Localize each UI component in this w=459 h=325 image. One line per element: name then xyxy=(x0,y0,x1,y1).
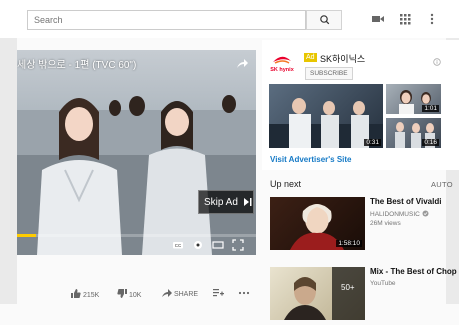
video-frame xyxy=(17,95,256,255)
mix-channel: YouTube xyxy=(370,280,396,287)
info-icon xyxy=(433,58,441,66)
recommended-video[interactable]: 1:58:10 The Best of Vivaldi HALIDONMUSIC… xyxy=(270,197,459,252)
mix-count: 50+ xyxy=(341,283,355,292)
advertiser-logo[interactable]: SK hynix xyxy=(269,52,295,74)
ad-duration-main: 0:31 xyxy=(364,139,381,146)
captions-icon: CC xyxy=(173,242,183,249)
recommended-title[interactable]: The Best of Vivaldi xyxy=(370,197,441,206)
mix-thumbnail[interactable]: 50+ xyxy=(270,267,365,320)
share-overlay-button[interactable] xyxy=(236,56,249,74)
ad-thumbnail-top-right[interactable]: 1:01 xyxy=(386,84,441,114)
recommended-thumbnail[interactable]: 1:58:10 xyxy=(270,197,365,250)
mix-title[interactable]: Mix - The Best of Chop xyxy=(370,267,457,276)
search-button[interactable] xyxy=(306,10,342,30)
ad-badge: Ad xyxy=(304,53,317,62)
recommended-channel: HALIDONMUSIC xyxy=(370,210,429,218)
left-backdrop xyxy=(0,0,17,304)
video-player[interactable]: 세상 밖으로 - 1편 (TVC 60") eynix xyxy=(17,50,256,255)
search-icon xyxy=(320,15,330,25)
more-actions-button[interactable] xyxy=(238,289,250,299)
up-next-heading: Up next xyxy=(270,179,302,189)
thumbs-up-icon xyxy=(71,289,81,298)
add-to-button[interactable] xyxy=(213,289,224,299)
recommended-mix[interactable]: 50+ Mix - The Best of Chop YouTube xyxy=(270,267,459,322)
video-title: 세상 밖으로 - 1편 (TVC 60") xyxy=(17,60,137,71)
dislike-count: 10K xyxy=(128,292,142,299)
like-count: 215K xyxy=(82,292,100,299)
autoplay-label[interactable]: AUTO xyxy=(431,180,453,189)
recommended-duration: 1:58:10 xyxy=(336,240,362,247)
dislike-button[interactable]: 10K xyxy=(117,289,141,299)
advertiser-name[interactable]: SK하이닉스 xyxy=(320,52,365,65)
ad-duration-bottom-right: 0:16 xyxy=(422,139,439,146)
skip-ad-button[interactable]: Skip Ad xyxy=(198,190,254,214)
search-input[interactable] xyxy=(27,10,306,30)
upload-button[interactable] xyxy=(370,11,386,27)
recommended-views: 26M views xyxy=(370,220,401,227)
ad-info-button[interactable] xyxy=(433,53,441,71)
ad-duration-top-right: 1:01 xyxy=(422,105,439,112)
sk-hynix-logo: SK hynix xyxy=(270,56,295,73)
more-button[interactable] xyxy=(424,11,440,27)
apps-button[interactable] xyxy=(397,11,413,27)
settings-button[interactable] xyxy=(192,238,204,250)
video-camera-icon xyxy=(372,16,384,22)
skip-next-icon xyxy=(243,198,252,206)
verified-icon xyxy=(422,210,429,217)
fullscreen-icon xyxy=(232,239,244,251)
svg-text:SK hynix: SK hynix xyxy=(270,67,294,73)
like-button[interactable]: 215K xyxy=(71,289,99,299)
fullscreen-button[interactable] xyxy=(232,238,244,251)
chopin-portrait xyxy=(284,267,365,320)
theater-mode-icon xyxy=(212,241,224,249)
visit-advertiser-link[interactable]: Visit Advertiser's Site xyxy=(270,155,352,164)
share-icon xyxy=(162,289,172,297)
progress-fill xyxy=(17,234,37,237)
ad-thumbnail-bottom-right[interactable]: 0:16 xyxy=(386,118,441,148)
playlist-add-icon xyxy=(213,289,224,297)
thumbs-down-icon xyxy=(117,289,127,298)
share-label: SHARE xyxy=(173,291,199,298)
apps-grid-icon xyxy=(400,14,411,25)
captions-button[interactable]: CC xyxy=(172,238,184,250)
ad-video-thumbnail[interactable]: 0:31 xyxy=(269,84,383,148)
theater-button[interactable] xyxy=(212,238,224,250)
subscribe-button[interactable]: SUBSCRIBE xyxy=(305,67,353,80)
more-vert-icon xyxy=(430,13,434,25)
gear-icon xyxy=(194,241,202,249)
svg-text:CC: CC xyxy=(175,243,182,248)
more-horiz-icon xyxy=(238,291,250,295)
share-arrow-icon xyxy=(237,59,248,68)
share-button[interactable]: SHARE xyxy=(162,289,198,298)
progress-bar[interactable] xyxy=(17,234,256,237)
channel-name: HALIDONMUSIC xyxy=(370,211,420,218)
skip-ad-label: Skip Ad xyxy=(204,197,238,208)
